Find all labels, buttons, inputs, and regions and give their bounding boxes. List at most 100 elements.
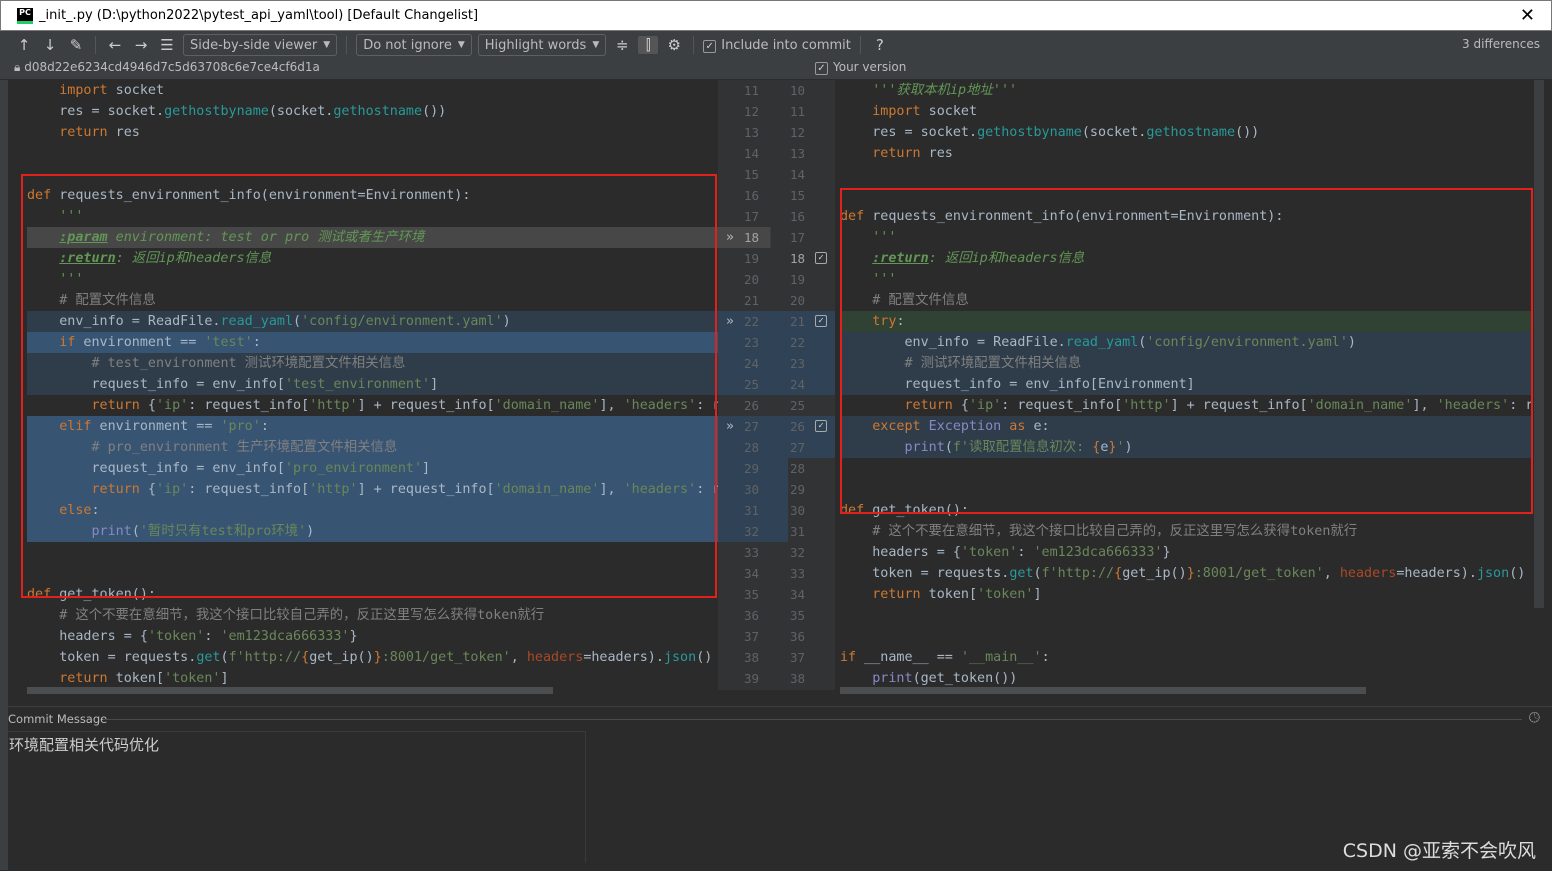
code-token: elif — [27, 419, 92, 434]
code-token: :return — [59, 251, 116, 266]
code-token: environment: test or pro 测试或者生产环境 — [107, 230, 425, 245]
code-line: request_info = env_info[Environment] — [840, 374, 1532, 395]
code-token: ( — [293, 314, 302, 329]
code-text: request_info = env_info['test_environmen… — [27, 374, 438, 395]
include-commit-checkbox[interactable]: ✓ Include into commit — [703, 38, 851, 53]
include-change-checkbox[interactable]: ✓ — [815, 252, 827, 264]
apply-change-icon[interactable]: » — [726, 416, 734, 437]
apply-change-icon[interactable]: » — [726, 311, 734, 332]
back-icon[interactable]: ← — [105, 36, 125, 54]
code-text: if environment == 'test': — [27, 332, 261, 353]
code-line: return {'ip': request_info['http'] + req… — [835, 395, 1532, 416]
collapse-unchanged-icon[interactable]: ≑ — [612, 36, 632, 54]
close-icon[interactable]: ✕ — [1520, 5, 1535, 26]
left-line-number: 12 — [744, 104, 760, 119]
left-editor[interactable]: import socket res = socket.gethostbyname… — [8, 80, 718, 690]
edit-source-icon[interactable]: ✎ — [66, 36, 86, 54]
commit-message-input[interactable]: 环境配置相关代码优化 — [8, 731, 586, 863]
code-token: # 这个不要在意细节，我这个接口比较自己弄的，反正这里写怎么获得token就行 — [840, 524, 1358, 539]
chevron-down-icon: ▼ — [323, 40, 331, 50]
code-token: ], — [1412, 398, 1437, 413]
gutter-row: 39 38 — [718, 668, 835, 689]
code-line: res = socket.gethostbyname(socket.gethos… — [8, 101, 718, 122]
code-token: ()) — [422, 104, 447, 119]
code-token: gethostname — [1146, 125, 1236, 140]
left-line-number: 29 — [744, 461, 760, 476]
right-editor[interactable]: '''获取本机ip地址''' import socket res = socke… — [835, 80, 1532, 690]
code-token: import — [27, 83, 108, 98]
gutter-row: 13 12 — [718, 122, 835, 143]
code-line: token = requests.get(f'http://{get_ip()}… — [835, 563, 1532, 584]
right-line-number: 35 — [790, 608, 806, 623]
code-text: :param environment: test or pro 测试或者生产环境 — [27, 227, 424, 248]
vertical-scrollbar[interactable] — [1534, 80, 1544, 608]
code-token: as — [1001, 419, 1026, 434]
left-line-number: 16 — [744, 188, 760, 203]
code-token: 'domain_name' — [494, 482, 600, 497]
viewer-label: Side-by-side viewer — [190, 37, 318, 53]
code-line: return {'ip': request_info['http'] + req… — [27, 479, 718, 500]
code-token: : — [260, 419, 269, 434]
revision-hash: 🔒︎ d08d22e6234cd4946d7c5d63708c6e7ce4cf6… — [14, 60, 320, 74]
code-line: ''' — [8, 206, 718, 227]
code-token: read_yaml — [220, 314, 294, 329]
left-line-number: 13 — [744, 125, 760, 140]
gutter-row: 23 22 — [718, 332, 835, 353]
right-line-number: 32 — [790, 545, 806, 560]
code-line: headers = {'token': 'em123dca666333'} — [8, 626, 718, 647]
code-token: env_info = ReadFile. — [840, 335, 1066, 350]
side-strip — [0, 80, 8, 870]
code-line: env_info = ReadFile.read_yaml('config/en… — [840, 332, 1532, 353]
right-line-number: 18 — [790, 251, 806, 266]
code-token: request_info = env_info[ — [27, 377, 285, 392]
checkbox-icon: ✓ — [703, 39, 717, 53]
code-token: socket — [920, 104, 978, 119]
code-token: return — [840, 146, 921, 161]
code-text: return {'ip': request_info['http'] + req… — [27, 479, 718, 500]
include-change-checkbox[interactable]: ✓ — [815, 420, 827, 432]
gear-icon[interactable]: ⚙ — [664, 36, 684, 54]
code-token: f'http:// — [228, 650, 302, 665]
apply-change-icon[interactable]: » — [726, 227, 734, 248]
right-line-number: 30 — [790, 503, 806, 518]
highlight-dropdown[interactable]: Highlight words ▼ — [477, 34, 607, 56]
list-icon[interactable]: ☰ — [157, 36, 177, 54]
sync-scroll-icon[interactable]: ⫿ — [638, 36, 659, 54]
right-horizontal-scrollbar[interactable] — [840, 687, 1366, 694]
left-line-number: 35 — [744, 587, 760, 602]
history-icon[interactable]: 🕓︎ — [1529, 710, 1540, 726]
code-token: gethostname — [333, 104, 423, 119]
gutter-row: 17 16 — [718, 206, 835, 227]
help-button[interactable]: ? — [870, 36, 890, 54]
viewer-dropdown[interactable]: Side-by-side viewer ▼ — [183, 34, 338, 56]
left-line-number: 27 — [744, 419, 760, 434]
previous-difference-icon[interactable]: ↑ — [14, 36, 34, 54]
code-token: ] + request_info[ — [1170, 398, 1308, 413]
code-token: : r — [696, 398, 718, 413]
code-token: 'pro' — [220, 419, 261, 434]
gutter-row: 22 21 » ✓ — [718, 311, 835, 332]
code-token: # 配置文件信息 — [27, 293, 156, 308]
code-token: ( — [1033, 566, 1042, 581]
code-text: res = socket.gethostbyname(socket.gethos… — [27, 101, 446, 122]
next-difference-icon[interactable]: ↓ — [40, 36, 60, 54]
forward-icon[interactable]: → — [131, 36, 151, 54]
gutter-row: 11 10 — [718, 80, 835, 101]
code-token: ) — [1124, 440, 1133, 455]
code-token: env_info = ReadFile. — [27, 314, 221, 329]
gutter-row: 20 19 — [718, 269, 835, 290]
code-token: try — [840, 314, 897, 329]
left-horizontal-scrollbar[interactable] — [27, 687, 553, 694]
code-token: : — [1017, 545, 1034, 560]
code-text: else: — [27, 500, 99, 521]
differences-count: 3 differences — [1462, 37, 1540, 51]
gutter-row: 32 31 — [718, 521, 835, 542]
include-change-checkbox[interactable]: ✓ — [815, 315, 827, 327]
gutter-row: 18 17 » — [718, 227, 835, 248]
your-version-checkbox[interactable]: ✓ Your version — [815, 60, 906, 75]
code-token: gethostbyname — [164, 104, 269, 119]
ignore-dropdown[interactable]: Do not ignore ▼ — [356, 34, 472, 56]
lock-icon: 🔒︎ — [14, 60, 25, 74]
right-line-number: 27 — [790, 440, 806, 455]
